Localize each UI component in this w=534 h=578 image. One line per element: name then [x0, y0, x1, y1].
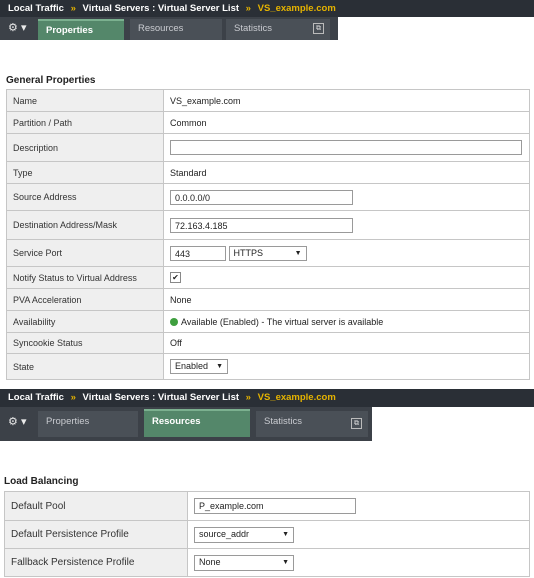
service-port-protocol: HTTPS [233, 247, 264, 258]
gear-icon: ⚙ [8, 22, 18, 34]
breadcrumb-separator: » [245, 392, 251, 403]
breadcrumb-separator: » [70, 3, 76, 14]
partition-label: Partition / Path [6, 111, 164, 134]
service-port-label: Service Port [6, 239, 164, 267]
row-default-persistence: Default Persistence Profile ▼ source_addr [4, 520, 530, 549]
row-availability: Availability Available (Enabled) - The v… [6, 310, 530, 333]
gear-menu-button[interactable]: ⚙ ▾ [8, 415, 36, 430]
default-persistence-select[interactable]: ▼ source_addr [194, 526, 294, 543]
pva-value: None [163, 288, 530, 311]
name-value: VS_example.com [163, 89, 530, 112]
pva-label: PVA Acceleration [6, 288, 164, 311]
row-notify: Notify Status to Virtual Address ✔ [6, 266, 530, 289]
section-title-load-balancing: Load Balancing [4, 476, 79, 487]
chevron-down-icon: ▼ [294, 249, 302, 257]
chevron-down-icon: ▾ [20, 22, 27, 34]
fallback-persistence-value: None [199, 556, 221, 567]
popout-icon[interactable]: ⧉ [351, 418, 362, 429]
source-address-input[interactable]: 0.0.0.0/0 [170, 189, 353, 205]
type-label: Type [6, 161, 164, 184]
row-service-port: Service Port 443 ▼ HTTPS [6, 239, 530, 267]
row-syncookie: Syncookie Status Off [6, 332, 530, 354]
load-balancing-table: Default Pool P_example.com Default Persi… [4, 491, 530, 577]
tab-statistics-label: Statistics [234, 23, 273, 34]
breadcrumb-separator: » [245, 3, 251, 14]
tab-resources[interactable]: Resources [144, 409, 250, 437]
chevron-down-icon: ▼ [282, 558, 289, 566]
tab-statistics[interactable]: Statistics ⧉ [256, 411, 368, 437]
default-persistence-value: source_addr [199, 528, 250, 539]
type-value: Standard [163, 161, 530, 184]
fallback-persistence-label: Fallback Persistence Profile [4, 548, 188, 577]
default-pool-input[interactable]: P_example.com [194, 498, 356, 514]
general-properties-table: Name VS_example.com Partition / Path Com… [6, 89, 530, 380]
tab-properties[interactable]: Properties [38, 19, 124, 40]
row-description: Description [6, 133, 530, 162]
row-partition: Partition / Path Common [6, 111, 530, 134]
name-label: Name [6, 89, 164, 112]
checkmark-icon: ✔ [172, 273, 179, 283]
row-destination: Destination Address/Mask 72.163.4.185 [6, 210, 530, 240]
chevron-down-icon: ▾ [20, 416, 27, 428]
fallback-persistence-select[interactable]: ▼ None [194, 554, 294, 571]
gear-menu-button[interactable]: ⚙ ▾ [8, 21, 36, 36]
breadcrumb-separator: » [70, 392, 76, 403]
breadcrumb-current: VS_example.com [257, 3, 336, 14]
breadcrumb: Local Traffic » Virtual Servers : Virtua… [0, 0, 534, 17]
chevron-down-icon: ▼ [282, 530, 289, 538]
row-name: Name VS_example.com [6, 89, 530, 112]
row-source-address: Source Address 0.0.0.0/0 [6, 183, 530, 211]
tab-resources[interactable]: Resources [130, 19, 222, 40]
notify-label: Notify Status to Virtual Address [6, 266, 164, 289]
breadcrumb-bottom: Local Traffic » Virtual Servers : Virtua… [0, 389, 534, 407]
breadcrumb-local-traffic[interactable]: Local Traffic [8, 389, 64, 407]
tab-statistics[interactable]: Statistics ⧉ [226, 19, 330, 40]
breadcrumb-local-traffic[interactable]: Local Traffic [8, 0, 64, 17]
destination-label: Destination Address/Mask [6, 210, 164, 240]
tab-properties[interactable]: Properties [38, 411, 138, 437]
tab-bar: ⚙ ▾ Properties Resources Statistics ⧉ [0, 17, 338, 40]
default-pool-label: Default Pool [4, 491, 188, 521]
service-port-select[interactable]: ▼ HTTPS [228, 245, 307, 261]
availability-value: Available (Enabled) - The virtual server… [181, 316, 384, 327]
availability-label: Availability [6, 310, 164, 333]
chevron-down-icon: ▼ [216, 363, 223, 370]
state-label: State [6, 353, 164, 380]
section-title: General Properties [6, 75, 96, 86]
service-port-input[interactable]: 443 [170, 245, 226, 261]
state-select[interactable]: ▼ Enabled [170, 359, 228, 374]
description-input[interactable] [170, 140, 522, 155]
breadcrumb-current: VS_example.com [257, 392, 336, 403]
popout-icon[interactable]: ⧉ [313, 23, 324, 34]
description-label: Description [6, 133, 164, 162]
default-persistence-label: Default Persistence Profile [4, 520, 188, 549]
row-type: Type Standard [6, 161, 530, 184]
row-fallback-persistence: Fallback Persistence Profile ▼ None [4, 548, 530, 577]
syncookie-value: Off [163, 332, 530, 354]
row-pva: PVA Acceleration None [6, 288, 530, 311]
syncookie-label: Syncookie Status [6, 332, 164, 354]
notify-checkbox[interactable]: ✔ [170, 272, 181, 284]
gear-icon: ⚙ [8, 416, 18, 428]
breadcrumb-virtual-server-list[interactable]: Virtual Servers : Virtual Server List [83, 0, 239, 17]
row-state: State ▼ Enabled [6, 353, 530, 380]
tab-statistics-label: Statistics [264, 416, 303, 427]
row-default-pool: Default Pool P_example.com [4, 491, 530, 521]
partition-value: Common [163, 111, 530, 134]
destination-input[interactable]: 72.163.4.185 [170, 217, 353, 233]
state-value: Enabled [175, 361, 209, 371]
source-address-label: Source Address [6, 183, 164, 211]
tab-bar-bottom: ⚙ ▾ Properties Resources Statistics ⧉ [0, 407, 372, 441]
breadcrumb-virtual-server-list[interactable]: Virtual Servers : Virtual Server List [83, 389, 239, 407]
status-available-icon [170, 318, 178, 327]
